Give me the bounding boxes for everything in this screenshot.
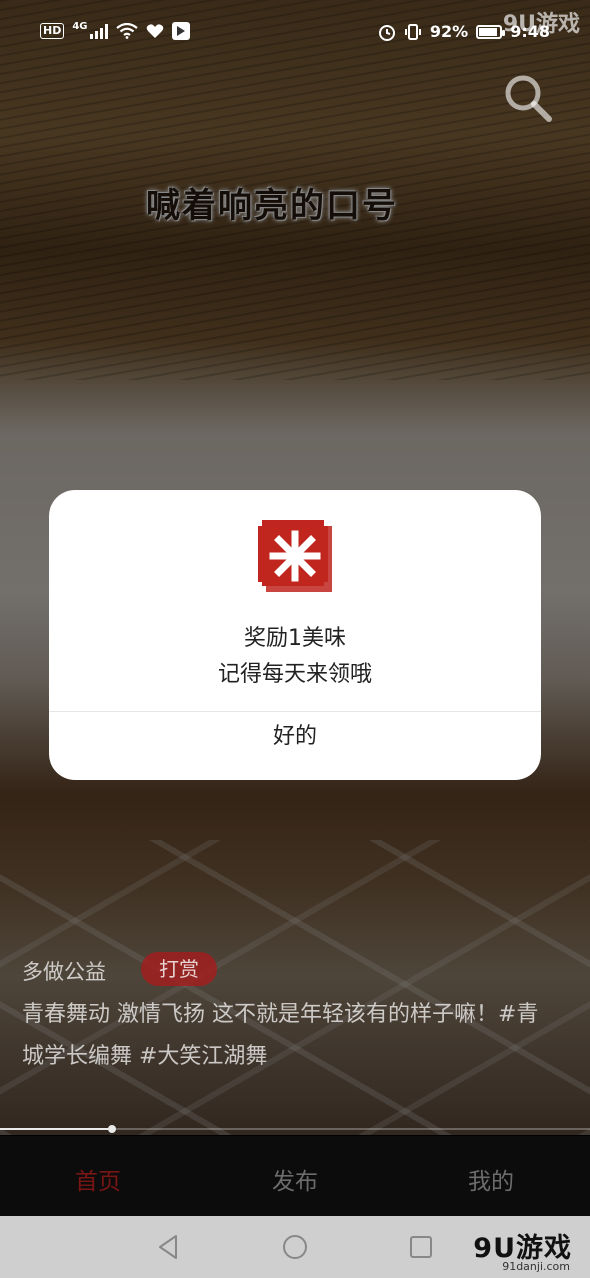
ok-button[interactable]: 好的 [49, 712, 541, 780]
battery-icon [476, 24, 506, 39]
wifi-icon [115, 23, 138, 39]
tab-home[interactable]: 首页 [38, 1162, 158, 1196]
battery-percent: 92% [429, 22, 469, 41]
home-icon[interactable] [280, 1232, 310, 1262]
post-author[interactable]: 多做公益 [22, 956, 106, 986]
alarm-icon [378, 24, 395, 41]
search-icon [505, 75, 552, 122]
signal-icon [89, 23, 108, 39]
back-icon[interactable] [154, 1232, 184, 1262]
app-notification-icon [171, 22, 190, 40]
network-type: 4G [72, 20, 88, 32]
watermark-logo-top: 9U游戏 [502, 12, 580, 37]
status-left: HD 4G [40, 20, 190, 40]
bottom-tab-bar: 首页 发布 我的 [0, 1136, 590, 1216]
video-progress-bar[interactable] [0, 1125, 590, 1133]
health-icon [146, 24, 163, 38]
post-description[interactable]: 青春舞动 激情飞扬 这不就是年轻该有的样子嘛！#青城学长编舞 #大笑江湖舞 [22, 994, 542, 1078]
vibrate-icon [404, 23, 421, 40]
reward-dialog: 奖励1美味 记得每天来领哦 好的 [49, 490, 541, 780]
hd-badge: HD [40, 23, 65, 39]
watermark-url: 91danji.com [502, 1260, 570, 1273]
video-progress-fill [0, 1128, 113, 1130]
search-button[interactable] [502, 72, 554, 124]
tab-mine[interactable]: 我的 [431, 1162, 551, 1196]
reward-button[interactable]: 打赏 [141, 952, 217, 986]
watermark-logo-bottom: 9U游戏 91danji.com [410, 1222, 590, 1278]
app-logo-icon [258, 520, 332, 592]
status-bar: HD 4G 92% 9:48 [0, 18, 590, 50]
dialog-title: 奖励1美味 [244, 626, 346, 651]
dialog-subtitle: 记得每天来领哦 [217, 662, 372, 687]
tab-publish[interactable]: 发布 [235, 1162, 355, 1196]
